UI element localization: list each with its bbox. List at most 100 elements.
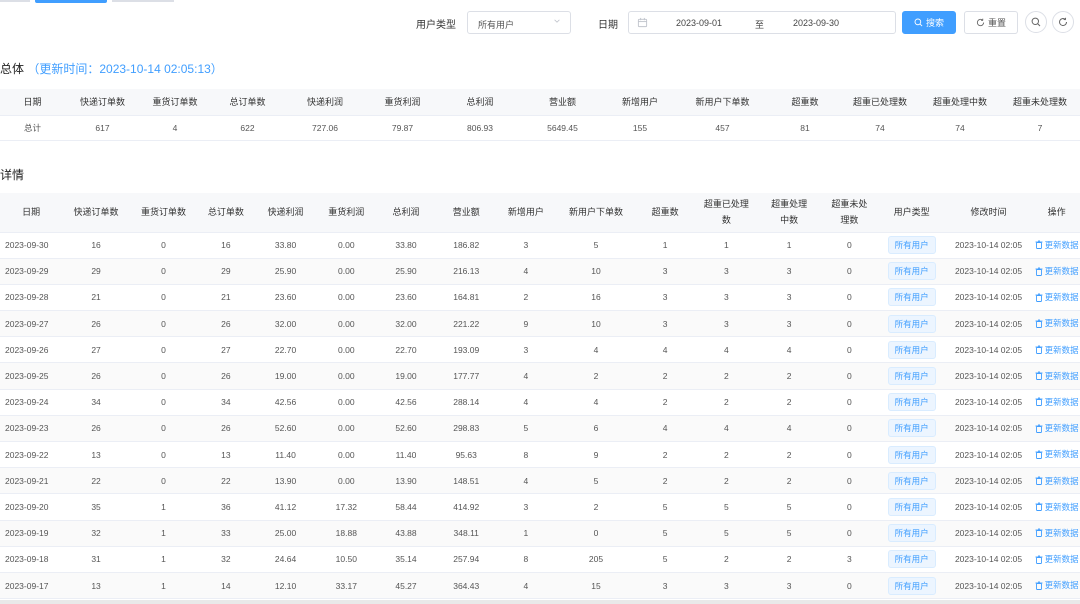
table-cell: 2 — [759, 441, 820, 469]
table-row: 2023-09-21 22 0 22 13.90 0.00 13.90 148.51 4 5 2 2 2… — [0, 467, 1080, 495]
table-row: 2023-09-25 26 0 26 19.00 0.00 19.00 177.77 4 2 2 2 2… — [0, 362, 1080, 390]
table-cell: 0 — [129, 258, 198, 285]
user-type-tag: 所有用户 — [887, 262, 936, 281]
table-cell: 41.12 — [254, 493, 317, 521]
update-data-button[interactable]: 更新数据 — [1035, 370, 1079, 382]
table-cell: 16 — [62, 232, 130, 259]
table-cell: 0 — [129, 232, 198, 259]
table-cell: 0.00 — [316, 258, 376, 285]
detail-column-header: 新增用户 — [496, 193, 556, 233]
table-cell: 35 — [62, 493, 130, 521]
table-row: 2023-09-23 26 0 26 52.60 0.00 52.60 298.83 5 6 4 4 4… — [0, 415, 1080, 443]
detail-column-header: 操作 — [1033, 193, 1080, 233]
table-cell: 36 — [197, 493, 255, 521]
update-data-button[interactable]: 更新数据 — [1035, 239, 1079, 251]
trash-icon — [1035, 345, 1043, 355]
table-cell: 4 — [636, 415, 694, 443]
modified-time: 2023-10-14 02:05 — [943, 415, 1034, 443]
update-data-button[interactable]: 更新数据 — [1035, 527, 1079, 539]
table-cell: 6 — [555, 415, 637, 443]
update-data-button[interactable]: 更新数据 — [1035, 396, 1079, 408]
update-data-button[interactable]: 更新数据 — [1035, 553, 1079, 565]
table-cell: 18.88 — [316, 520, 376, 547]
table-cell: 22 — [62, 467, 130, 495]
update-data-button[interactable]: 更新数据 — [1035, 422, 1079, 434]
table-row: 2023-09-28 21 0 21 23.60 0.00 23.60 164.81 2 16 3 3… — [0, 284, 1080, 312]
action-cell: 更新数据 — [1033, 284, 1080, 312]
date-end-input[interactable]: 2023-09-30 — [793, 18, 839, 28]
date-start-input[interactable]: 2023-09-01 — [676, 18, 722, 28]
table-cell: 2 — [759, 467, 820, 495]
action-cell: 更新数据 — [1033, 310, 1080, 338]
table-cell: 10.50 — [316, 546, 376, 573]
user-type-tag: 所有用户 — [887, 524, 936, 543]
table-cell: 5 — [693, 493, 760, 521]
detail-column-header: 超重处理中数 — [759, 193, 820, 233]
update-data-button[interactable]: 更新数据 — [1035, 344, 1079, 356]
table-cell: 0 — [819, 336, 880, 364]
table-cell: 0.00 — [316, 284, 376, 312]
modified-time: 2023-10-14 02:05 — [943, 232, 1034, 259]
table-cell: 2 — [693, 546, 760, 573]
table-cell: 177.77 — [436, 362, 497, 390]
refresh-button[interactable] — [1052, 11, 1074, 33]
chevron-down-icon — [554, 19, 560, 23]
update-data-label: 更新数据 — [1044, 318, 1079, 329]
horizontal-scrollbar[interactable] — [0, 600, 1080, 604]
update-data-button[interactable]: 更新数据 — [1035, 291, 1079, 303]
table-cell: 148.51 — [436, 467, 497, 495]
table-cell: 3 — [693, 284, 760, 312]
tab-1[interactable] — [0, 0, 30, 2]
update-data-button[interactable]: 更新数据 — [1035, 501, 1079, 513]
row-date: 2023-09-24 — [0, 389, 63, 416]
table-cell: 52.60 — [375, 415, 437, 443]
table-cell: 13 — [197, 441, 255, 469]
row-date: 2023-09-21 — [0, 467, 63, 495]
table-cell: 216.13 — [436, 258, 497, 285]
tab-3[interactable] — [112, 0, 174, 2]
update-data-button[interactable]: 更新数据 — [1035, 265, 1079, 277]
date-range-picker[interactable]: 2023-09-01 至 2023-09-30 — [628, 11, 896, 34]
table-cell: 22.70 — [254, 336, 317, 364]
overall-cell: 79.87 — [365, 115, 440, 141]
tab-active[interactable] — [35, 0, 107, 3]
table-cell: 26 — [62, 310, 130, 338]
table-cell: 0.00 — [316, 467, 376, 495]
update-data-button[interactable]: 更新数据 — [1035, 317, 1079, 329]
update-data-button[interactable]: 更新数据 — [1035, 475, 1079, 487]
table-cell: 8 — [496, 441, 556, 469]
overall-cell: 155 — [605, 115, 675, 141]
detail-column-header: 新用户下单数 — [555, 193, 637, 233]
table-cell: 4 — [496, 389, 556, 416]
table-cell: 4 — [496, 362, 556, 390]
user-type-tag: 所有用户 — [887, 393, 936, 412]
detail-column-header: 修改时间 — [943, 193, 1034, 233]
row-date: 2023-09-26 — [0, 336, 63, 364]
detail-column-header: 超重已处理数 — [693, 193, 760, 233]
table-cell: 12.10 — [254, 572, 317, 600]
table-cell: 23.60 — [254, 284, 317, 312]
table-cell: 0.00 — [316, 310, 376, 338]
table-cell: 0 — [819, 362, 880, 390]
detail-column-header: 总订单数 — [197, 193, 255, 233]
detail-section-title: 详情 — [0, 168, 25, 182]
overall-section-title: 总体 （更新时间：2023-10-14 02:05:13） — [0, 60, 223, 77]
action-cell: 更新数据 — [1033, 441, 1080, 469]
table-cell: 34 — [197, 389, 255, 416]
overall-header-row: 日期 快递订单数 重货订单数 总订单数 快递利润 重货利润 总利润 营业额 新增用户 新用户下单数… — [0, 89, 1080, 116]
table-cell: 0 — [129, 336, 198, 364]
table-cell: 298.83 — [436, 415, 497, 443]
user-type-select[interactable]: 所有用户 — [467, 11, 571, 34]
toggle-search-button[interactable] — [1025, 11, 1047, 33]
table-cell: 1 — [693, 232, 760, 259]
table-cell: 3 — [693, 310, 760, 338]
modified-time: 2023-10-14 02:05 — [943, 389, 1034, 416]
update-data-button[interactable]: 更新数据 — [1035, 579, 1079, 591]
reset-button[interactable]: 重置 — [964, 11, 1018, 34]
update-data-button[interactable]: 更新数据 — [1035, 448, 1079, 460]
table-cell: 32 — [197, 546, 255, 573]
user-type-tag: 所有用户 — [887, 340, 936, 359]
table-cell: 1 — [496, 520, 556, 547]
table-cell: 1 — [759, 232, 820, 259]
search-button[interactable]: 搜索 — [902, 11, 956, 34]
